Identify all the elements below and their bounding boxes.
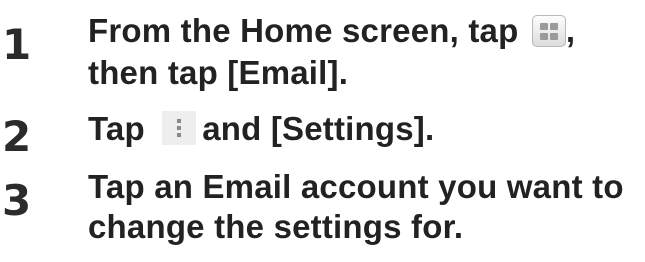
step-text-line: then tap [Email]. xyxy=(88,54,349,91)
step-text: , xyxy=(565,12,576,49)
step-text-line: change the settings for. xyxy=(88,208,464,245)
step-number: 1 xyxy=(2,20,32,69)
step-text-line: From the Home screen, tap , xyxy=(88,10,575,52)
step-number: 2 xyxy=(2,112,32,161)
step-number: 3 xyxy=(2,176,32,225)
step-text-line: Tap an Email account you want to xyxy=(88,168,624,205)
step-text: From the Home screen, tap xyxy=(88,12,528,49)
menu-icon xyxy=(162,111,197,145)
step-text: Tap xyxy=(88,110,155,147)
step-text-line: Tap and [Settings]. xyxy=(88,108,434,150)
step-text: and [Settings]. xyxy=(202,110,435,147)
apps-icon xyxy=(531,15,566,47)
